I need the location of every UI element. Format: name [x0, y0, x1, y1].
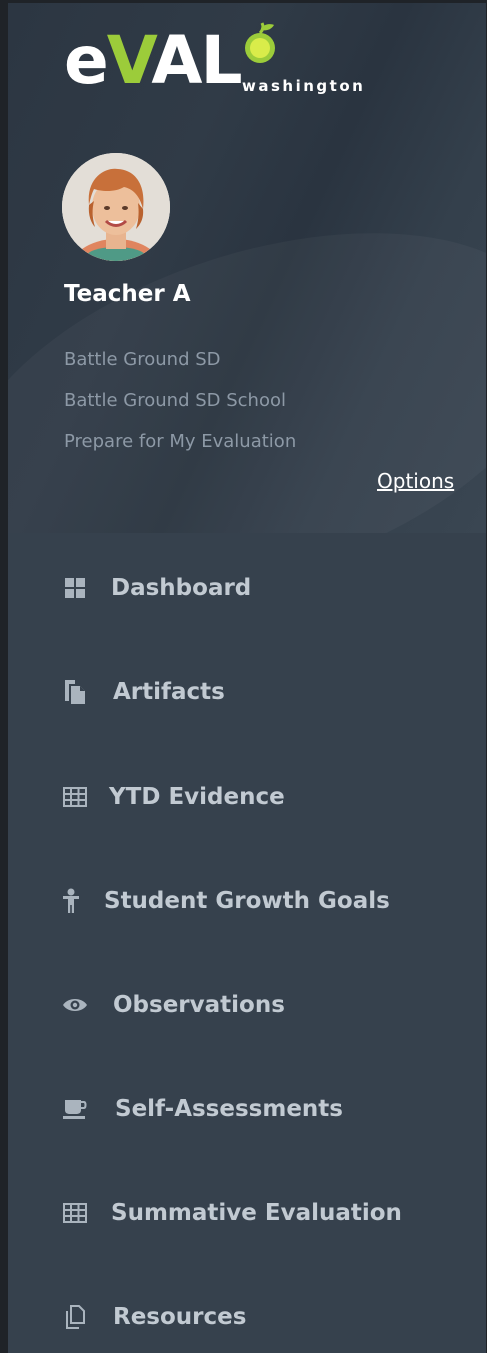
profile-panel: eVAL washington Teacher A Battle Ground …	[8, 3, 486, 533]
nav-item-label: Summative Evaluation	[111, 1200, 402, 1226]
nav-item-dashboard[interactable]: Dashboard	[8, 553, 486, 623]
sidebar: eVAL washington Teacher A Battle Ground …	[0, 0, 487, 1353]
nav-item-label: Self-Assessments	[115, 1096, 343, 1122]
person-icon	[58, 888, 84, 914]
nav-item-observations[interactable]: Observations	[8, 970, 486, 1040]
eval-washington-logo[interactable]: eVAL washington	[64, 21, 404, 101]
options-link[interactable]: Options	[377, 469, 454, 493]
table-icon	[62, 1200, 88, 1226]
nav-item-label: Resources	[113, 1304, 247, 1330]
coffee-icon	[62, 1096, 88, 1122]
nav-item-ytd-evidence[interactable]: YTD Evidence	[8, 762, 486, 832]
dashboard-icon	[62, 575, 88, 601]
nav-item-label: Observations	[113, 992, 285, 1018]
nav-item-label: Artifacts	[113, 679, 225, 705]
copy-icon	[62, 1304, 88, 1330]
workarea-label: Prepare for My Evaluation	[64, 431, 297, 452]
avatar-photo	[62, 153, 170, 261]
logo-wordmark: eVAL	[64, 22, 243, 99]
nav-item-label: Student Growth Goals	[104, 888, 390, 914]
nav-item-label: YTD Evidence	[109, 784, 285, 810]
nav-item-resources[interactable]: Resources	[8, 1282, 486, 1352]
nav-item-student-growth-goals[interactable]: Student Growth Goals	[8, 866, 486, 936]
nav-item-summative-evaluation[interactable]: Summative Evaluation	[8, 1178, 486, 1248]
avatar[interactable]	[62, 153, 170, 261]
school-label: Battle Ground SD School	[64, 390, 286, 411]
nav-item-label: Dashboard	[111, 575, 252, 601]
apple-icon	[245, 22, 275, 63]
district-label: Battle Ground SD	[64, 349, 221, 370]
artifacts-icon	[62, 679, 88, 705]
table-icon	[62, 784, 88, 810]
nav-item-self-assessments[interactable]: Self-Assessments	[8, 1074, 486, 1144]
logo-subtitle: washington	[242, 77, 366, 95]
nav-item-artifacts[interactable]: Artifacts	[8, 657, 486, 727]
user-name: Teacher A	[64, 281, 191, 307]
eye-icon	[62, 992, 88, 1018]
